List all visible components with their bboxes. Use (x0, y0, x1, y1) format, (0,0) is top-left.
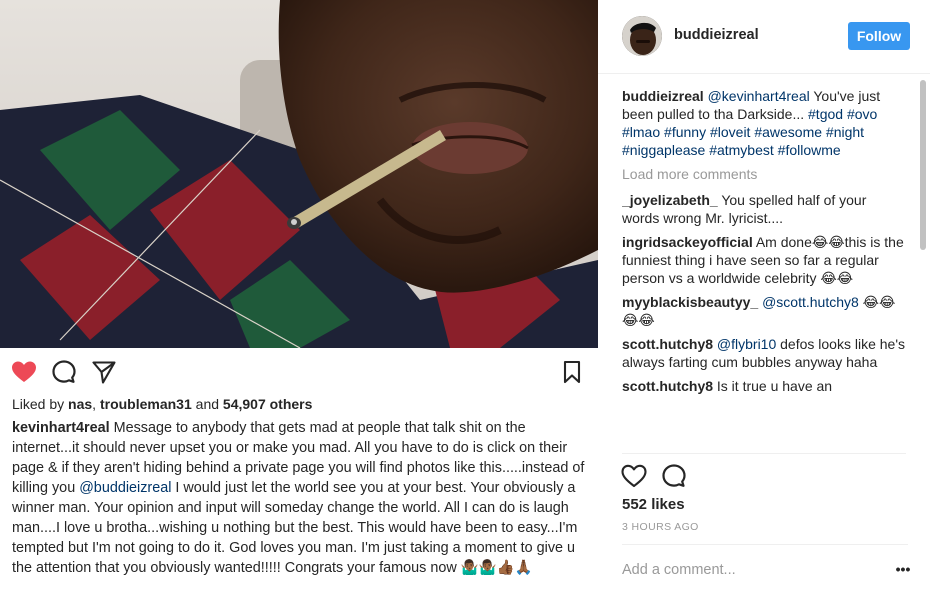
comment-hashtag[interactable]: #lmao (622, 124, 660, 140)
comment-mention[interactable]: @kevinhart4real (708, 88, 810, 104)
bookmark-icon (562, 360, 582, 384)
comment-button[interactable] (660, 462, 688, 490)
share-icon (91, 359, 117, 385)
comment-username[interactable]: _joyelizabeth_ (622, 192, 718, 208)
comments-list: buddieizreal @kevinhart4real You've just… (622, 87, 906, 453)
comment-button[interactable] (50, 358, 78, 386)
like-button[interactable] (620, 462, 648, 490)
comment-icon (51, 359, 77, 385)
avatar[interactable] (622, 16, 662, 56)
post-media-column: Liked by nas, troubleman31 and 54,907 ot… (0, 0, 598, 598)
divider (622, 453, 906, 454)
comment-hashtag[interactable]: #awesome (754, 124, 822, 140)
liked-by-line: Liked by nas, troubleman31 and 54,907 ot… (12, 396, 312, 412)
comment-username[interactable]: buddieizreal (622, 88, 704, 104)
divider (622, 544, 908, 545)
follow-button[interactable]: Follow (848, 22, 910, 50)
comment-username[interactable]: scott.hutchy8 (622, 378, 713, 394)
scrollbar-thumb[interactable] (920, 80, 926, 250)
comment-hashtag[interactable]: #funny (664, 124, 706, 140)
comment-hashtag[interactable]: #loveit (710, 124, 750, 140)
comment-hashtag[interactable]: #tgod (808, 106, 843, 122)
liked-by-count[interactable]: 54,907 others (223, 396, 313, 412)
comment-hashtag[interactable]: #niggaplease (622, 142, 705, 158)
like-button[interactable] (10, 358, 38, 386)
side-action-bar (620, 462, 710, 490)
comment-hashtag[interactable]: #atmybest (709, 142, 774, 158)
comment-item: scott.hutchy8 @flybri10 defos looks like… (622, 335, 906, 371)
heart-icon (11, 360, 37, 384)
liked-by-user[interactable]: troubleman31 (100, 396, 192, 412)
comment-text-segment: Is it true u have an (713, 378, 833, 394)
likes-count[interactable]: 552 likes (622, 496, 685, 513)
comment-icon (661, 463, 687, 489)
liked-by-separator: , (92, 396, 100, 412)
post-action-bar (10, 358, 588, 388)
post-side-panel: buddieizreal Follow buddieizreal @kevinh… (598, 0, 930, 598)
comment-username[interactable]: scott.hutchy8 (622, 336, 713, 352)
comment-item: _joyelizabeth_ You spelled half of your … (622, 191, 906, 227)
comment-username[interactable]: myyblackisbeautyy_ (622, 294, 758, 310)
comments-scrollbar[interactable] (918, 74, 928, 454)
liked-by-prefix: Liked by (12, 396, 69, 412)
comment-hashtag[interactable]: #ovo (847, 106, 877, 122)
comment-item: scott.hutchy8 Is it true u have an (622, 377, 906, 395)
post-caption: kevinhart4real Message to anybody that g… (12, 418, 588, 578)
comment-mention[interactable]: @scott.hutchy8 (762, 294, 859, 310)
comment-hashtag[interactable]: #night (826, 124, 864, 140)
comment-hashtag[interactable]: #followme (778, 142, 841, 158)
caption-mention[interactable]: @buddieizreal (79, 480, 171, 496)
share-button[interactable] (90, 358, 118, 386)
load-more-comments-link[interactable]: Load more comments (622, 165, 906, 183)
liked-by-and: and (191, 396, 223, 412)
post-photo-illustration (0, 0, 598, 348)
add-comment-input[interactable] (622, 560, 872, 580)
liked-by-user[interactable]: nas (68, 396, 92, 412)
comment-item: myyblackisbeautyy_ @scott.hutchy8 😂😂😂😂 (622, 293, 906, 329)
comment-mention[interactable]: @flybri10 (717, 336, 776, 352)
header-username[interactable]: buddieizreal (674, 27, 759, 43)
comment-item: ingridsackeyofficial Am done😂😂this is th… (622, 233, 906, 287)
comment-username[interactable]: ingridsackeyofficial (622, 234, 753, 250)
post-photo[interactable] (0, 0, 598, 348)
post-header: buddieizreal Follow (598, 0, 930, 74)
heart-outline-icon (621, 464, 647, 488)
caption-username[interactable]: kevinhart4real (12, 420, 110, 436)
comment-item: buddieizreal @kevinhart4real You've just… (622, 87, 906, 159)
post-timestamp[interactable]: 3 HOURS AGO (622, 521, 699, 533)
save-button[interactable] (558, 358, 586, 386)
more-icon: ••• (895, 561, 911, 577)
more-options-button[interactable]: ••• (892, 558, 914, 580)
